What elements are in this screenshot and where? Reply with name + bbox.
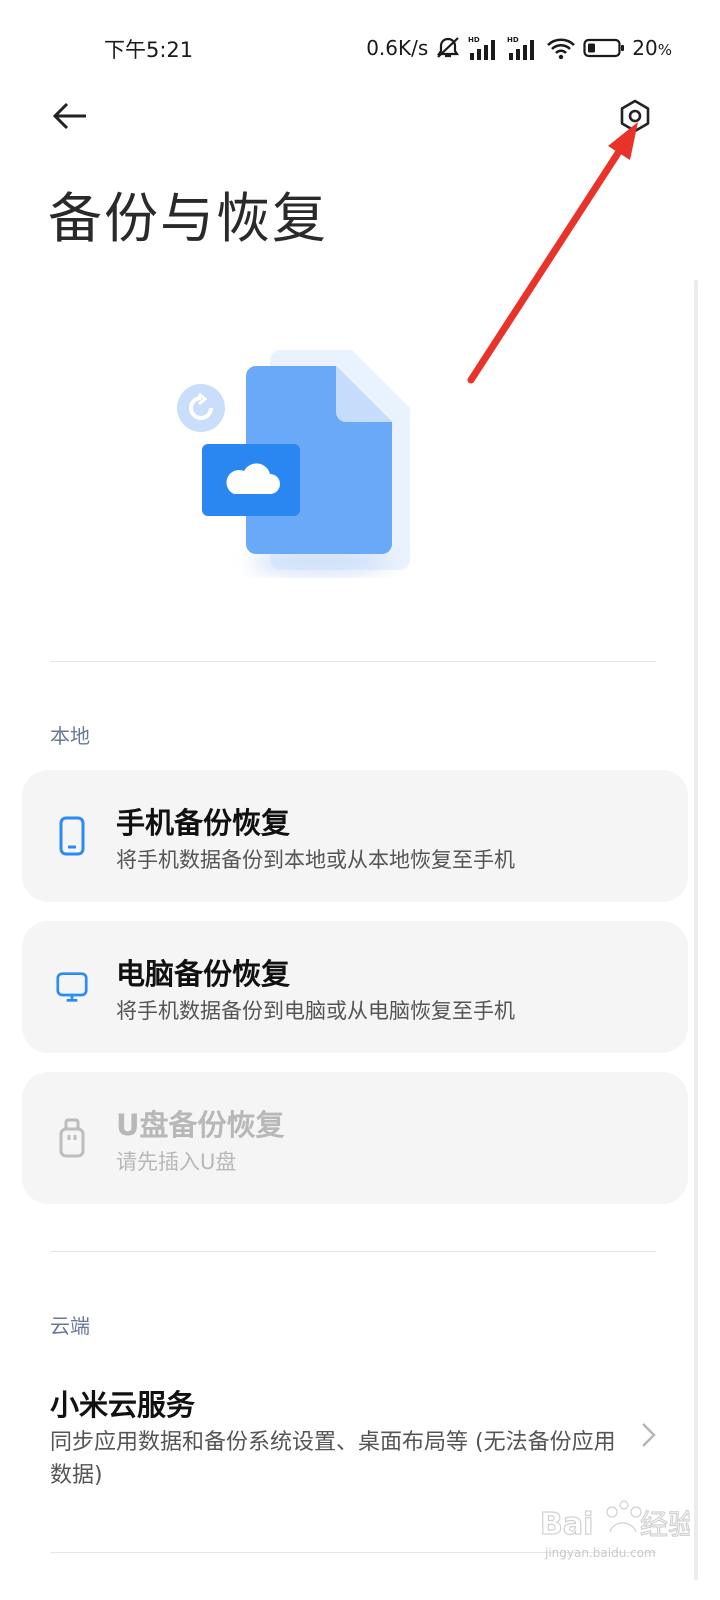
svg-text:Bai: Bai — [540, 1507, 593, 1542]
battery-value: 20 — [632, 36, 658, 60]
section-label-cloud: 云端 — [50, 1314, 90, 1338]
chevron-right-icon — [636, 1420, 660, 1450]
divider — [50, 661, 656, 662]
section-label-local: 本地 — [50, 724, 90, 748]
svg-text:HD: HD — [507, 36, 519, 44]
card-subtitle: 请先插入U盘 — [116, 1150, 237, 1174]
svg-text:HD: HD — [468, 36, 480, 44]
settings-button[interactable] — [612, 96, 658, 140]
hd-signal-icon: HD — [507, 35, 539, 61]
usb-drive-icon — [56, 1118, 88, 1158]
monitor-icon — [56, 967, 88, 1007]
card-title: U盘备份恢复 — [116, 1108, 285, 1142]
card-title: 电脑备份恢复 — [116, 957, 291, 991]
scrollbar[interactable] — [694, 280, 698, 1580]
wifi-icon — [546, 36, 576, 60]
back-arrow-icon — [52, 101, 88, 135]
watermark-text: jingyan.baidu.com — [545, 1546, 656, 1560]
watermark-logo: Bai 经验 — [539, 1492, 697, 1582]
battery-percent: 20% — [632, 36, 672, 60]
card-subtitle: 将手机数据备份到本地或从本地恢复至手机 — [116, 848, 515, 872]
status-time: 下午5:21 — [104, 38, 194, 62]
divider — [50, 1251, 656, 1252]
computer-backup-card[interactable]: 电脑备份恢复 将手机数据备份到电脑或从电脑恢复至手机 — [22, 921, 688, 1053]
battery-unit: % — [657, 41, 672, 59]
status-icons: 0.6K/s HD HD 20% — [366, 34, 672, 62]
backup-illustration — [160, 340, 430, 580]
cloud-item-title: 小米云服务 — [50, 1388, 196, 1422]
back-button[interactable] — [48, 96, 92, 140]
battery-icon — [583, 37, 625, 59]
mi-cloud-service-item[interactable]: 小米云服务 同步应用数据和备份系统设置、桌面布局等 (无法备份应用数据) — [0, 1366, 694, 1506]
mute-bell-icon — [435, 36, 461, 60]
network-speed: 0.6K/s — [366, 36, 429, 60]
phone-icon — [56, 816, 88, 856]
card-subtitle: 将手机数据备份到电脑或从电脑恢复至手机 — [116, 999, 515, 1023]
phone-backup-card[interactable]: 手机备份恢复 将手机数据备份到本地或从本地恢复至手机 — [22, 770, 688, 902]
status-bar: 下午5:21 0.6K/s HD HD 20% — [0, 0, 720, 96]
cloud-item-subtitle: 同步应用数据和备份系统设置、桌面布局等 (无法备份应用数据) — [50, 1430, 616, 1488]
gear-icon — [618, 99, 652, 137]
usb-backup-card[interactable]: U盘备份恢复 请先插入U盘 — [22, 1072, 688, 1204]
hd-signal-icon: HD — [468, 35, 500, 61]
page-title: 备份与恢复 — [48, 187, 328, 250]
svg-text:经验: 经验 — [640, 1508, 690, 1541]
card-title: 手机备份恢复 — [116, 806, 291, 840]
